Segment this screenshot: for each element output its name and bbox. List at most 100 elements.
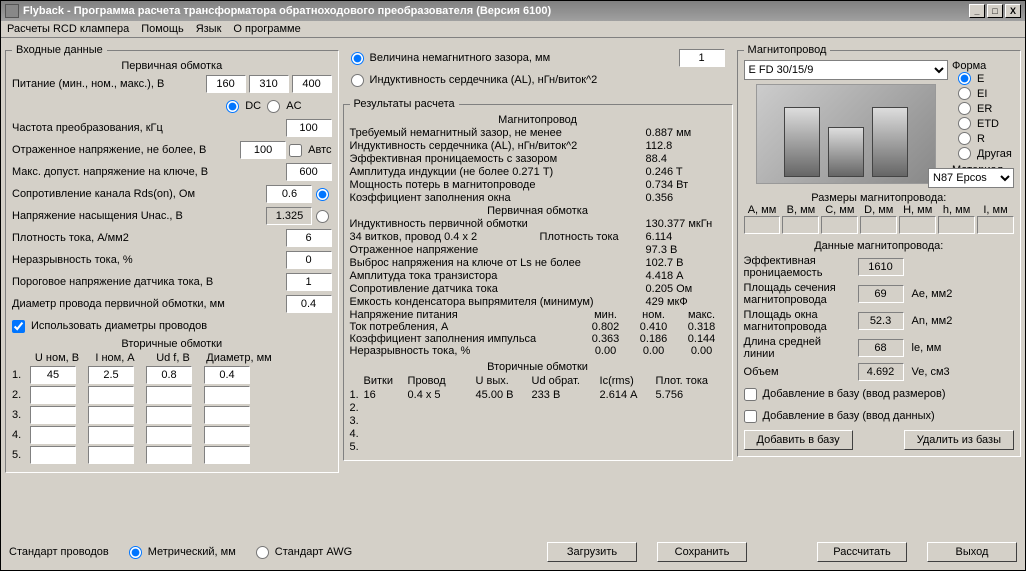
sec-col-udf: Ud f, В [146,352,200,364]
usat-radio[interactable] [316,210,329,223]
sec-u-0[interactable] [30,366,76,384]
use-wire-check[interactable] [12,320,25,333]
sec-d-3[interactable] [204,426,250,444]
gap-input[interactable] [679,49,725,67]
add-to-db-button[interactable]: Добавить в базу [744,430,853,450]
calc-button[interactable]: Рассчитать [817,542,907,562]
sec-udf-0[interactable] [146,366,192,384]
awg-radio[interactable] [256,546,269,559]
sec-d-4[interactable] [204,446,250,464]
rds-input[interactable] [266,185,312,203]
coredata-1 [858,285,904,303]
sec-u-1[interactable] [30,386,76,404]
sec-col-u: U ном, В [30,352,84,364]
shape-EI-radio[interactable] [958,87,971,100]
jden-label: Плотность тока, А/мм2 [12,232,286,244]
maximize-button[interactable]: □ [987,4,1003,18]
jden-input[interactable] [286,229,332,247]
auto-check[interactable] [289,144,302,157]
shape-ETD-radio[interactable] [958,117,971,130]
sec-u-4[interactable] [30,446,76,464]
thresh-input[interactable] [286,273,332,291]
dc-radio[interactable] [226,100,239,113]
dim-3 [860,216,897,234]
dim-4 [899,216,936,234]
core-image [756,84,936,184]
results-prim-header: Первичная обмотка [350,205,726,217]
sec-udf-1[interactable] [146,386,192,404]
coredata-4 [858,363,904,381]
coredata-0 [858,258,904,276]
sec-d-2[interactable] [204,406,250,424]
sec-udf-2[interactable] [146,406,192,424]
cont-label: Неразрывность тока, % [12,254,286,266]
load-button[interactable]: Загрузить [547,542,637,562]
sec-col-i: I ном, А [88,352,142,364]
refl-input[interactable] [240,141,286,159]
supply-label: Питание (мин., ном., макс.), В [12,78,206,90]
add-dims-check[interactable] [744,388,757,401]
ac-radio[interactable] [267,100,280,113]
shape-R-radio[interactable] [958,132,971,145]
menu-help[interactable]: Помощь [141,23,184,35]
secondaries-subheader: Вторичные обмотки [12,338,332,350]
footer: Стандарт проводов Метрический, мм Станда… [1,538,1025,570]
supply-max-input[interactable] [292,75,332,93]
freq-input[interactable] [286,119,332,137]
usat-label: Напряжение насыщения Uнас., В [12,210,266,222]
save-button[interactable]: Сохранить [657,542,747,562]
core-select[interactable]: E FD 30/15/9 [744,60,948,80]
core-group: Магнитопровод E FD 30/15/9 Форма EEIERET… [737,44,1021,457]
metric-radio[interactable] [129,546,142,559]
add-data-check[interactable] [744,410,757,423]
rds-label: Сопротивление канала Rds(on), Ом [12,188,266,200]
shape-Другая-radio[interactable] [958,147,971,160]
sec-d-1[interactable] [204,386,250,404]
rds-radio[interactable] [316,188,329,201]
sec-u-3[interactable] [30,426,76,444]
dims-label: Размеры магнитопровода: [744,192,1014,204]
sec-u-2[interactable] [30,406,76,424]
sec-d-0[interactable] [204,366,250,384]
material-select[interactable]: N87 Epcos [928,168,1014,188]
menu-about[interactable]: О программе [233,23,300,35]
primary-subheader: Первичная обмотка [12,60,332,72]
sec-i-3[interactable] [88,426,134,444]
sec-udf-4[interactable] [146,446,192,464]
dim-0 [744,216,781,234]
menu-rcd[interactable]: Расчеты RCD клампера [7,23,129,35]
sec-udf-3[interactable] [146,426,192,444]
sec-i-2[interactable] [88,406,134,424]
minimize-button[interactable]: _ [969,4,985,18]
pwd-label: Диаметр провода первичной обмотки, мм [12,298,286,310]
supply-header: Напряжение питания [350,309,582,321]
dim-2 [821,216,858,234]
pwd-input[interactable] [286,295,332,313]
core-legend: Магнитопровод [744,44,831,56]
results-core-header: Магнитопровод [350,114,726,126]
shape-ER-radio[interactable] [958,102,971,115]
supply-nom-input[interactable] [249,75,289,93]
input-group: Входные данные Первичная обмотка Питание… [5,44,339,473]
sec-i-0[interactable] [88,366,134,384]
sec-i-1[interactable] [88,386,134,404]
exit-button[interactable]: Выход [927,542,1017,562]
cont-input[interactable] [286,251,332,269]
supply-min-input[interactable] [206,75,246,93]
sec-i-4[interactable] [88,446,134,464]
close-button[interactable]: X [1005,4,1021,18]
menu-lang[interactable]: Язык [196,23,222,35]
shape-E-radio[interactable] [958,72,971,85]
maxkey-input[interactable] [286,163,332,181]
input-legend: Входные данные [12,44,107,56]
al-radio[interactable] [351,74,364,87]
maxkey-label: Макс. допуст. напряжение на ключе, В [12,166,286,178]
gap-radio[interactable] [351,52,364,65]
thresh-label: Пороговое напряжение датчика тока, В [12,276,286,288]
app-window: Flyback - Программа расчета трансформато… [0,0,1026,571]
dim-5 [938,216,975,234]
sec-col-d: Диаметр, мм [204,352,274,364]
menubar: Расчеты RCD клампера Помощь Язык О прогр… [1,21,1025,38]
dim-6 [977,216,1014,234]
del-from-db-button[interactable]: Удалить из базы [904,430,1014,450]
